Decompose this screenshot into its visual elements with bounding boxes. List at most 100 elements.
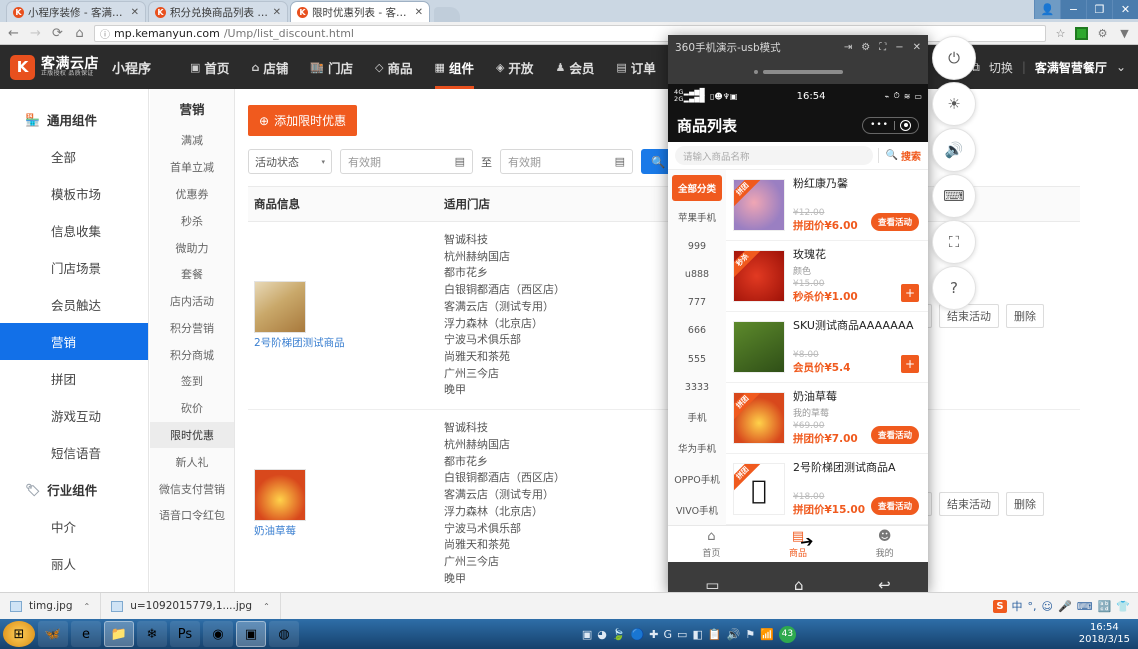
brightness-icon[interactable]: ☀	[932, 82, 976, 126]
date-from-input[interactable]: 有效期 ▤	[340, 149, 473, 174]
shop-name[interactable]: 客满智营餐厅	[1035, 59, 1107, 76]
ime-skin-icon[interactable]: 👕	[1116, 600, 1130, 613]
product-list-item[interactable]: 拼团 奶油草莓 我的草莓 ¥69.00 拼团价¥7.00 查看活动	[726, 383, 928, 454]
submenu-item-micro-boost[interactable]: 微助力	[150, 234, 234, 261]
end-activity-button[interactable]: 结束活动	[939, 491, 999, 516]
sidebar-item-all[interactable]: 全部	[0, 138, 148, 175]
nav-item-store[interactable]: 🏬 门店	[299, 45, 364, 89]
home-icon[interactable]: ⌂	[794, 576, 804, 594]
download-item[interactable]: u=1092015779,1....jpg ⌃	[101, 592, 281, 620]
taskbar-app-emulator[interactable]: ▣	[236, 621, 266, 647]
nav-item-components[interactable]: ▦ 组件	[424, 45, 485, 89]
nav-item-goods[interactable]: ◇ 商品	[364, 45, 423, 89]
taskbar-app-explorer[interactable]: 📁	[104, 621, 134, 647]
maximize-button[interactable]: ❐	[1086, 0, 1112, 19]
sidebar-item-games[interactable]: 游戏互动	[0, 397, 148, 434]
category-item-3333[interactable]: 3333	[668, 373, 726, 401]
submenu-item-wechat-pay-marketing[interactable]: 微信支付营销	[150, 475, 234, 502]
tab-close-icon[interactable]: ✕	[415, 7, 423, 18]
taskbar-app-4[interactable]: ❄	[137, 621, 167, 647]
help-icon[interactable]: ?	[932, 266, 976, 310]
category-item-all[interactable]: 全部分类	[672, 175, 722, 201]
download-item[interactable]: timg.jpg ⌃	[0, 592, 102, 620]
volume-icon[interactable]: 🔊	[727, 628, 741, 641]
back-icon[interactable]: ←	[6, 26, 21, 41]
product-list-item[interactable]: 拼团 粉红康乃馨 ¥12.00 拼团价¥6.00 查看活动	[726, 170, 928, 241]
submenu-item-flashsale[interactable]: 秒杀	[150, 207, 234, 234]
brand-logo[interactable]: K 客满云店 正版授权 品质保证 小程序	[0, 54, 151, 80]
nav-item-shop[interactable]: ⌂ 店铺	[240, 45, 299, 89]
extension-settings-icon[interactable]: ⚙	[1095, 26, 1110, 41]
submenu-item-bargain[interactable]: 砍价	[150, 395, 234, 422]
taskbar-app-ie[interactable]: e	[71, 621, 101, 647]
profile-icon[interactable]: 👤	[1034, 0, 1060, 19]
product-thumbnail[interactable]	[254, 468, 306, 521]
ime-punct-icon[interactable]: °,	[1028, 600, 1037, 613]
add-to-cart-button[interactable]: +	[901, 355, 919, 373]
browser-tab[interactable]: K 积分兑换商品列表 - 客满 ✕	[148, 1, 288, 22]
new-tab-button[interactable]	[434, 7, 460, 22]
taskbar-clock[interactable]: 16:54 2018/3/15	[1079, 622, 1138, 647]
eject-icon[interactable]: ⇥	[844, 42, 852, 53]
tray-icon-9[interactable]: 📋	[708, 628, 722, 641]
fullscreen-icon[interactable]: ⛶	[879, 42, 886, 53]
sidebar-item-beauty[interactable]: 丽人	[0, 545, 148, 582]
sidebar-item-marketing[interactable]: 营销	[0, 323, 148, 360]
browser-tab-active[interactable]: K 限时优惠列表 - 客满云店 ✕	[290, 1, 430, 22]
phone-search-button[interactable]: 🔍 搜索	[877, 148, 921, 163]
activity-status-select[interactable]: 活动状态 ▾	[248, 149, 332, 174]
taskbar-app-photoshop[interactable]: Ps	[170, 621, 200, 647]
site-info-icon[interactable]: ⓘ	[100, 26, 110, 41]
product-name-link[interactable]: 奶油草莓	[254, 525, 404, 539]
miniprogram-capsule[interactable]: •••	[862, 116, 919, 134]
view-activity-button[interactable]: 查看活动	[870, 497, 919, 515]
home-icon[interactable]: ⌂	[72, 26, 87, 41]
ime-voice-icon[interactable]: 🎤	[1058, 600, 1072, 613]
back-icon[interactable]: ↩	[878, 576, 891, 594]
tab-close-icon[interactable]: ✕	[273, 7, 281, 18]
category-item-666[interactable]: 666	[668, 317, 726, 345]
extension-download-icon[interactable]: ▼	[1117, 26, 1132, 41]
category-item-777[interactable]: 777	[668, 289, 726, 317]
phone-tab-mine[interactable]: ☻ 我的	[841, 526, 928, 562]
sidebar-item-sms-voice[interactable]: 短信语音	[0, 434, 148, 471]
flag-icon[interactable]: ⚑	[745, 628, 755, 641]
submenu-item-limited-discount[interactable]: 限时优惠	[150, 421, 234, 449]
recents-icon[interactable]: ▭	[705, 576, 719, 594]
product-name-link[interactable]: 2号阶梯团测试商品	[254, 337, 404, 351]
gear-icon[interactable]: ⚙	[861, 42, 870, 53]
tray-icon-2[interactable]: ◕	[597, 628, 607, 641]
sidebar-item-groupbuy[interactable]: 拼团	[0, 360, 148, 397]
add-limited-discount-button[interactable]: ⊕ 添加限时优惠	[248, 105, 358, 136]
submenu-item-coupon[interactable]: 优惠券	[150, 181, 234, 208]
sidebar-item-member-reach[interactable]: 会员触达	[0, 286, 148, 323]
sogou-logo-icon[interactable]: S	[993, 599, 1007, 613]
battery-badge[interactable]: 43	[778, 625, 796, 643]
product-list-item[interactable]: 拼团  2号阶梯团测试商品A ¥18.00 拼团价¥15.00 查看活动	[726, 454, 928, 525]
submenu-item-checkin[interactable]: 签到	[150, 368, 234, 395]
submenu-item-points-marketing[interactable]: 积分营销	[150, 314, 234, 341]
category-item-999[interactable]: 999	[668, 232, 726, 260]
ime-chinese-icon[interactable]: 中	[1012, 598, 1023, 614]
chevron-down-icon[interactable]: ⌄	[1116, 60, 1126, 74]
switch-label[interactable]: 切换	[989, 59, 1013, 76]
start-button[interactable]: ⊞	[3, 621, 35, 647]
submenu-item-voice-redpacket[interactable]: 语音口令红包	[150, 502, 234, 529]
category-item-555[interactable]: 555	[668, 345, 726, 373]
view-activity-button[interactable]: 查看活动	[870, 426, 919, 444]
tray-icon-1[interactable]: ▣	[582, 628, 592, 641]
category-item-huawei[interactable]: 华为手机	[668, 433, 726, 464]
product-thumbnail[interactable]	[254, 280, 306, 333]
network-icon[interactable]: 📶	[760, 628, 774, 641]
close-icon[interactable]: ✕	[913, 42, 921, 53]
category-item-u888[interactable]: u888	[668, 260, 726, 288]
category-item-oppo[interactable]: OPPO手机	[668, 464, 726, 495]
sidebar-item-template-market[interactable]: 模板市场	[0, 175, 148, 212]
date-to-input[interactable]: 有效期 ▤	[500, 149, 633, 174]
tray-icon-8[interactable]: ◧	[692, 628, 702, 641]
ime-keyboard-icon[interactable]: ⌨	[1077, 600, 1093, 613]
ime-emoji-icon[interactable]: ☺	[1042, 600, 1053, 613]
tray-icon-6[interactable]: G	[664, 628, 673, 641]
taskbar-app-obs[interactable]: ◍	[269, 621, 299, 647]
submenu-item-points-mall[interactable]: 积分商城	[150, 341, 234, 368]
